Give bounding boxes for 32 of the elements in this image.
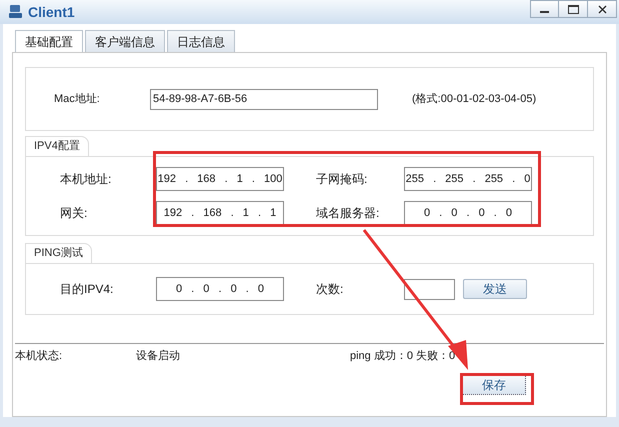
computer-icon [8, 4, 24, 20]
field-label: 域名服务器: [316, 205, 380, 222]
count-field[interactable] [404, 278, 455, 300]
group-title: IPV4配置 [25, 136, 89, 156]
minimize-icon [540, 11, 549, 13]
field-label: 目的IPV4: [60, 281, 114, 298]
ip-address-field[interactable]: 192 . 168 . 1 . 1 [156, 201, 284, 225]
status-value: 设备启动 [136, 348, 180, 364]
ping-result: ping 成功：0 失败：0 [350, 349, 456, 364]
mac-label: Mac地址: [54, 92, 101, 107]
maximize-icon [568, 4, 578, 14]
ip-address-field[interactable]: 0 . 0 . 0 . 0 [156, 277, 284, 301]
mac-address-field[interactable]: 54-89-98-A7-6B-56 [150, 88, 378, 110]
field-label: 本机地址: [60, 171, 112, 188]
field-label: 网关: [60, 205, 88, 222]
ip-address-field[interactable]: 0 . 0 . 0 . 0 [404, 201, 532, 225]
window-title: Client1 [28, 2, 75, 22]
group-title: PING测试 [25, 243, 92, 263]
tab[interactable]: 基础配置 [15, 30, 83, 52]
ip-address-field[interactable]: 192 . 168 . 1 . 100 [156, 167, 284, 191]
tab[interactable]: 客户端信息 [85, 30, 165, 52]
tab[interactable]: 日志信息 [167, 30, 235, 52]
send-button[interactable]: 发送 [463, 279, 527, 299]
close-icon [598, 4, 606, 14]
field-label: 子网掩码: [316, 171, 368, 188]
mac-format-hint: (格式:00-01-02-03-04-05) [412, 92, 536, 107]
ip-address-field[interactable]: 255 . 255 . 255 . 0 [404, 167, 532, 191]
maximize-button[interactable] [559, 0, 588, 18]
field-label: 次数: [316, 281, 344, 298]
close-button[interactable] [588, 0, 617, 18]
status-label: 本机状态: [15, 348, 64, 364]
minimize-button[interactable] [530, 0, 559, 18]
